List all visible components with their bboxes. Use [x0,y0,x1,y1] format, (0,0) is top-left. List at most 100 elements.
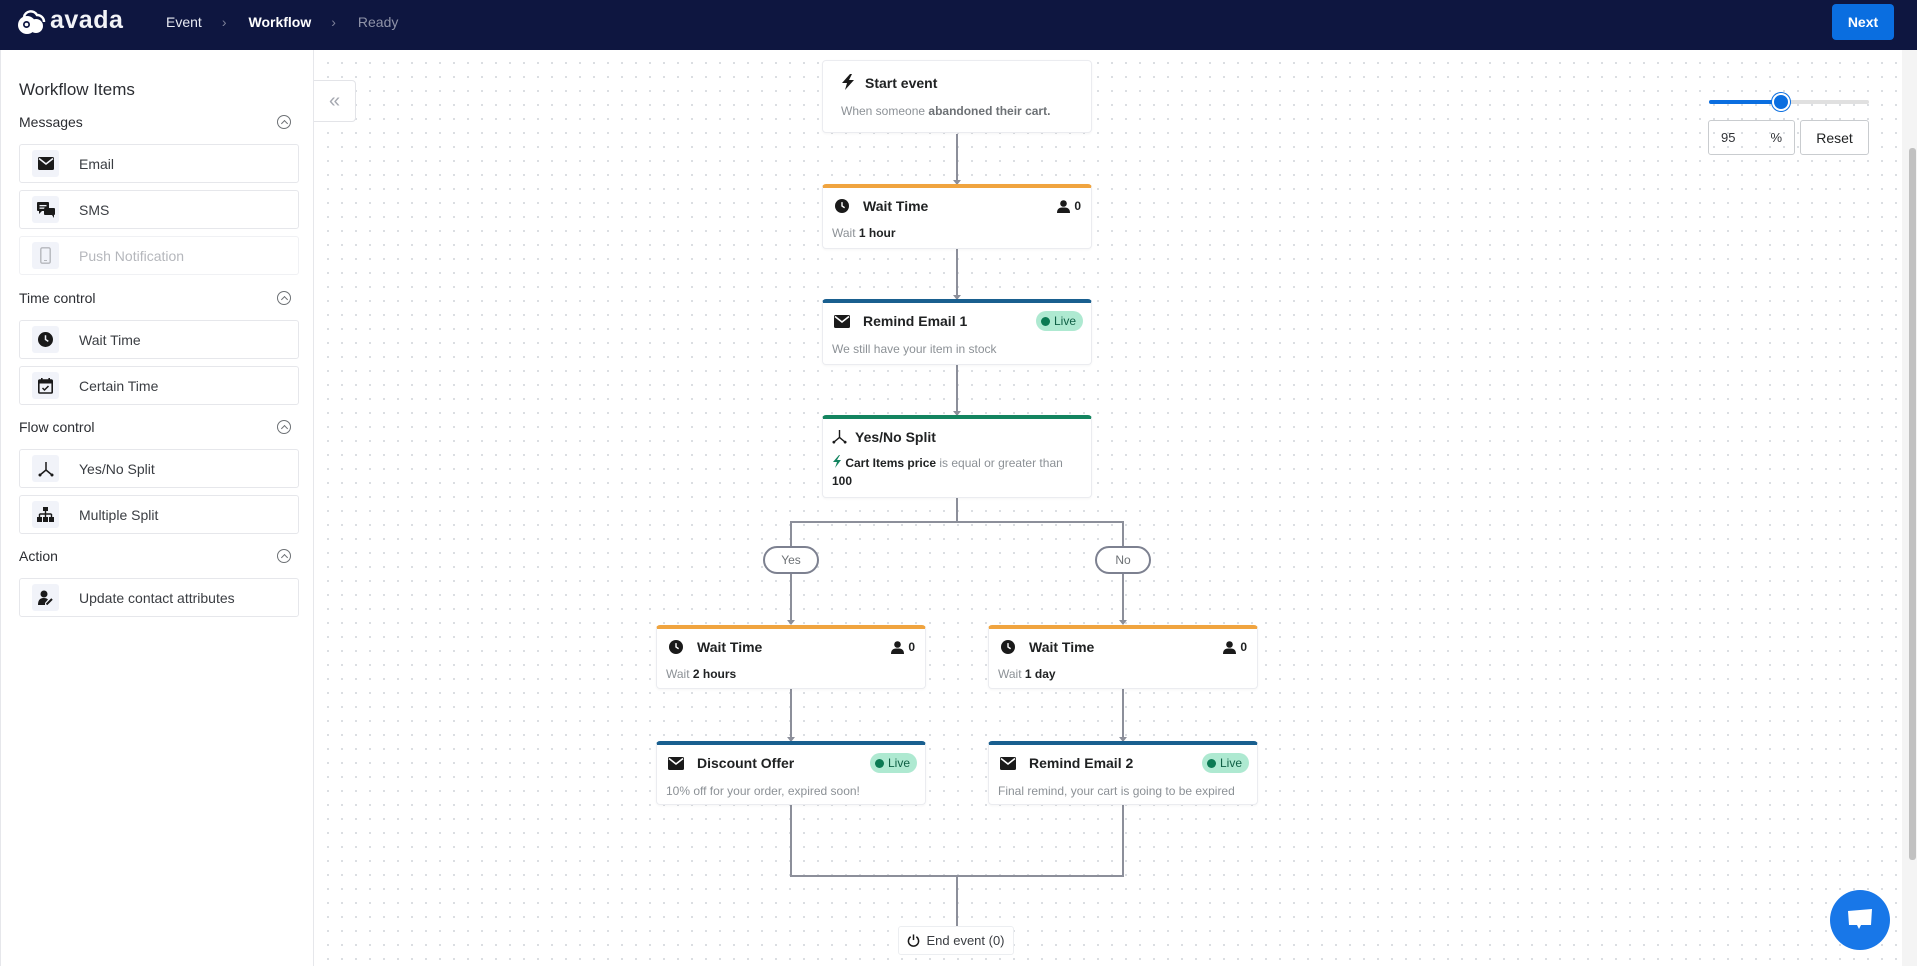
sidebar-item-multiple-split[interactable]: Multiple Split [19,495,299,534]
wait-time-node-no[interactable]: Wait Time 0 Wait 1 day [988,625,1258,689]
node-title: Discount Offer [697,755,795,771]
chevron-right-icon: › [221,14,227,30]
desc-text: When someone [841,104,929,118]
envelope-icon [1000,757,1016,770]
sidebar-item-label: Push Notification [79,247,185,264]
sidebar-item-label: Update contact attributes [79,589,235,606]
mobile-phone-icon [32,242,59,269]
status-text: Live [1053,314,1076,328]
collapse-circle-icon[interactable] [277,291,291,305]
status-text: Live [887,756,910,770]
logo-text: avada [50,6,124,34]
status-dot [1040,316,1050,326]
email-node-discount-offer[interactable]: Discount Offer Live 10% off for your ord… [656,741,926,805]
next-button[interactable]: Next [1832,4,1894,40]
clock-icon [1001,640,1015,654]
desc-text: Wait [832,226,859,240]
edge-merge-right [1122,805,1124,877]
split-condition: Cart Items price is equal or greater tha… [832,454,1082,490]
chat-bubbles-icon [32,196,59,223]
email-node-remind-2[interactable]: Remind Email 2 Live Final remind, your c… [988,741,1258,805]
desc-text: Wait [666,667,693,681]
envelope-icon [32,150,59,177]
collapse-circle-icon[interactable] [277,115,291,129]
zoom-fill [1709,100,1781,104]
lightning-bolt-icon [833,455,841,468]
user-edit-icon [32,584,59,611]
chat-message-icon [1848,909,1872,929]
wait-time-node-yes[interactable]: Wait Time 0 Wait 2 hours [656,625,926,689]
vertical-scrollbar[interactable] [1902,50,1917,966]
contact-count: 0 [1057,199,1081,213]
avada-logo[interactable]: avada [16,6,124,35]
zoom-slider[interactable] [1709,93,1869,111]
breadcrumb-ready[interactable]: Ready [358,14,398,30]
end-event-node[interactable]: End event (0) [898,926,1014,955]
breadcrumb-workflow[interactable]: Workflow [248,14,311,30]
yes-branch-label[interactable]: Yes [763,546,819,574]
collapse-circle-icon[interactable] [277,420,291,434]
yes-no-split-node[interactable]: Yes/No Split Cart Items price is equal o… [822,415,1092,498]
sidebar-item-sms[interactable]: SMS [19,190,299,229]
edge-split-down [956,498,958,522]
node-title: Wait Time [863,198,929,214]
email-node-remind-1[interactable]: Remind Email 1 Live We still have your i… [822,299,1092,365]
node-description: Wait 1 hour [832,226,896,240]
live-chat-button[interactable] [1830,890,1890,950]
split-icon [32,455,59,482]
edge-email-split [956,365,958,415]
reset-zoom-button[interactable]: Reset [1800,120,1869,155]
wait-value: 1 day [1024,667,1056,681]
collapse-sidebar-button[interactable]: « [314,80,356,122]
edge-split-horizontal [790,521,1124,523]
sidebar-item-label: Multiple Split [79,506,159,523]
power-icon [908,934,920,947]
cloud-logo-icon [18,9,46,34]
workflow-items-sidebar: Workflow Items Messages Email SMS Push N… [0,50,314,966]
start-event-node[interactable]: Start event When someone abandoned their… [822,60,1092,133]
lightning-bolt-icon [842,74,854,90]
contact-count: 0 [1223,640,1247,654]
envelope-icon [668,757,684,770]
sidebar-item-update-contact-attributes[interactable]: Update contact attributes [19,578,299,617]
sitemap-icon [32,501,59,528]
condition-value: 100 [832,474,853,488]
node-description: Wait 2 hours [666,667,736,681]
section-title: Action [19,548,58,564]
sidebar-item-label: Yes/No Split [79,460,155,477]
node-title: Wait Time [697,639,763,655]
wait-time-node[interactable]: Wait Time 0 Wait 1 hour [822,184,1092,249]
node-description: Final remind, your cart is going to be e… [998,784,1235,798]
scrollbar-thumb[interactable] [1909,148,1916,860]
sidebar-item-certain-time[interactable]: Certain Time [19,366,299,405]
top-bar: avada Event › Workflow › Ready Next [0,0,1917,50]
calendar-check-icon [32,372,59,399]
edge-start-wait [956,134,958,184]
sidebar-item-label: Wait Time [79,331,141,348]
sidebar-item-wait-time[interactable]: Wait Time [19,320,299,359]
edge-waitno-email [1122,689,1124,741]
node-description: When someone abandoned their cart. [841,104,1050,118]
status-badge: Live [1035,311,1083,331]
section-action: Action Update contact attributes [19,546,299,624]
sidebar-item-email[interactable]: Email [19,144,299,183]
workflow-canvas[interactable] [315,50,1902,966]
node-title: Remind Email 2 [1029,755,1134,771]
sidebar-item-label: Certain Time [79,377,159,394]
collapse-circle-icon[interactable] [277,549,291,563]
chevron-right-icon: › [331,14,336,30]
section-title: Time control [19,290,96,306]
edge-merge-end [956,875,958,927]
zoom-slider-handle[interactable] [1772,93,1790,111]
sidebar-item-push-notification[interactable]: Push Notification [19,236,299,275]
section-time-control: Time control Wait Time Certain Time [19,288,299,412]
no-branch-label[interactable]: No [1095,546,1151,574]
zoom-input[interactable] [1721,130,1761,145]
zoom-percent-field[interactable]: % [1708,120,1795,155]
sidebar-item-yes-no-split[interactable]: Yes/No Split [19,449,299,488]
edge-wait-email [956,249,958,299]
status-dot [1206,758,1216,768]
wait-value: 1 hour [858,226,896,240]
user-icon [891,640,905,654]
breadcrumb-event[interactable]: Event [166,14,202,30]
